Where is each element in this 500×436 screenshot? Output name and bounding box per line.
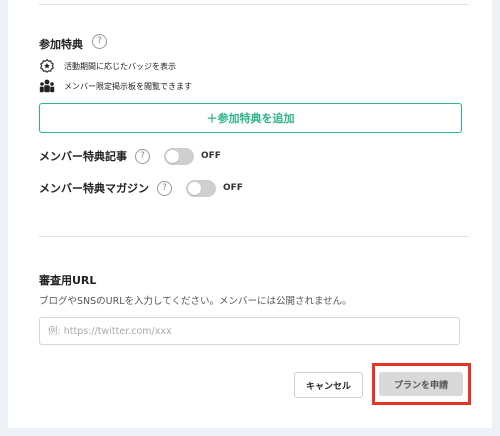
toggle-row-member-articles: メンバー特典記事 ? OFF [39, 147, 221, 165]
toggle-state-label: OFF [223, 183, 243, 193]
toggle-state-label: OFF [201, 151, 221, 161]
cancel-button[interactable]: キャンセル [294, 372, 363, 398]
benefit-item-label: メンバー限定掲示板を閲覧できます [64, 81, 192, 91]
member-articles-toggle[interactable] [164, 147, 194, 165]
review-url-input[interactable] [39, 317, 460, 345]
benefit-item-label: 活動期間に応じたバッジを表示 [64, 61, 176, 71]
badge-icon [39, 58, 55, 74]
member-articles-help-icon[interactable]: ? [135, 148, 150, 164]
section-divider [39, 236, 469, 237]
benefit-item-board: メンバー限定掲示板を閲覧できます [39, 78, 192, 94]
review-url-title: 審査用URL [39, 274, 97, 287]
top-divider [39, 4, 469, 5]
toggle-label: メンバー特典記事 [39, 150, 127, 163]
members-icon [39, 78, 55, 94]
plan-form-card: 参加特典 ? 活動期間に応じたバッジを表示 メンバー限定掲示板を閲覧できます ＋… [8, 0, 492, 428]
member-magazine-help-icon[interactable]: ? [157, 180, 172, 196]
benefits-help-icon[interactable]: ? [92, 34, 107, 49]
toggle-knob [166, 149, 179, 163]
member-magazine-toggle[interactable] [186, 179, 216, 197]
toggle-knob [188, 181, 201, 195]
toggle-row-member-magazine: メンバー特典マガジン ? OFF [39, 179, 243, 197]
benefits-title: 参加特典 [39, 38, 83, 51]
benefit-item-badge: 活動期間に応じたバッジを表示 [39, 58, 176, 74]
add-benefit-button[interactable]: ＋参加特典を追加 [39, 103, 462, 133]
review-url-description: ブログやSNSのURLを入力してください。メンバーには公開されません。 [39, 296, 352, 307]
apply-plan-button[interactable]: プランを申請 [379, 372, 463, 396]
toggle-label: メンバー特典マガジン [39, 182, 149, 195]
